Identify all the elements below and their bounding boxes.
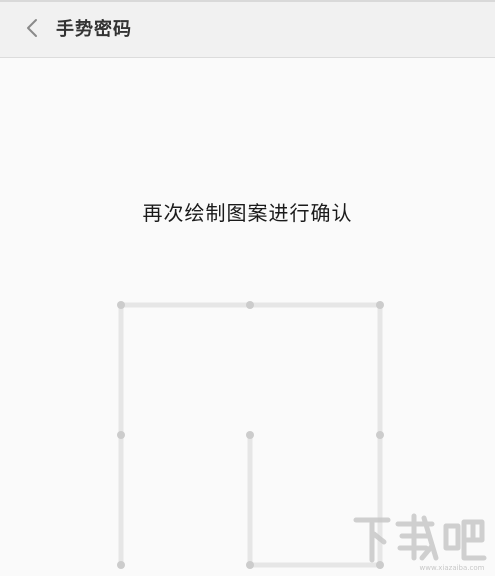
- pattern-dot-8[interactable]: [246, 561, 254, 569]
- svg-text:www.xiazaiba.com: www.xiazaiba.com: [420, 564, 485, 572]
- pattern-dot-3[interactable]: [376, 301, 384, 309]
- pattern-dot-6[interactable]: [376, 431, 384, 439]
- pattern-dot-5[interactable]: [246, 431, 254, 439]
- pattern-dot-1[interactable]: [117, 301, 125, 309]
- gesture-password-screen: 手势密码 再次绘制图案进行确认 www.xiazaiba.com: [0, 0, 495, 576]
- pattern-dot-2[interactable]: [246, 301, 254, 309]
- watermark-logo: www.xiazaiba.com: [353, 513, 487, 572]
- pattern-lock-grid[interactable]: [0, 0, 495, 576]
- pattern-dot-7[interactable]: [117, 561, 125, 569]
- pattern-dot-4[interactable]: [117, 431, 125, 439]
